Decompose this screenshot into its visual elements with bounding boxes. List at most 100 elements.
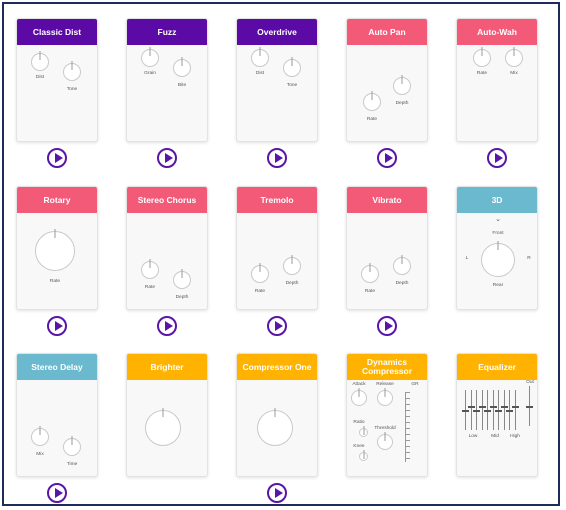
play-circle-icon[interactable] — [267, 148, 287, 168]
fader-handle[interactable] — [500, 406, 508, 408]
effect-card[interactable]: Tremolo Rate Depth — [236, 186, 318, 310]
eq-fader[interactable] — [526, 386, 533, 426]
effect-card[interactable]: Dynamics Compressor Attack Release Ratio Thr… — [346, 353, 428, 477]
fader-handle[interactable] — [467, 406, 475, 408]
knob[interactable] — [361, 265, 379, 283]
knob[interactable] — [63, 63, 81, 81]
knob[interactable] — [283, 59, 301, 77]
effect-card[interactable]: Stereo Delay Mix Time — [16, 353, 98, 477]
meter-tick — [406, 428, 410, 429]
effect-card[interactable]: Auto Pan Rate Depth — [346, 18, 428, 142]
knob-label: Rate — [366, 117, 378, 122]
play-circle-icon[interactable] — [377, 148, 397, 168]
knob-label: Depth — [285, 281, 299, 286]
knob[interactable] — [63, 438, 81, 456]
effect-card[interactable]: Fuzz Grain Bite — [126, 18, 208, 142]
knob-label: Mix — [36, 452, 44, 457]
eq-fader[interactable] — [495, 390, 502, 430]
knob[interactable] — [173, 271, 191, 289]
eq-fader[interactable] — [467, 390, 475, 430]
play-circle-icon[interactable] — [487, 148, 507, 168]
knob-label: Rate — [144, 285, 156, 290]
effect-card[interactable]: Brighter — [126, 353, 208, 477]
fader-handle[interactable] — [495, 410, 502, 412]
eq-fader[interactable] — [484, 390, 491, 430]
play-circle-icon[interactable] — [47, 483, 67, 503]
eq-fader[interactable] — [511, 390, 519, 430]
knob[interactable] — [173, 59, 191, 77]
meter-tick — [406, 452, 410, 453]
meter-tick — [406, 440, 410, 441]
effect-card[interactable]: Rotary Rate — [16, 186, 98, 310]
eq-fader[interactable] — [489, 390, 497, 430]
fader-handle[interactable] — [489, 406, 497, 408]
effect-title: Tremolo — [237, 187, 317, 213]
play-circle-icon[interactable] — [267, 316, 287, 336]
play-circle-icon[interactable] — [267, 483, 287, 503]
fader-handle[interactable] — [484, 410, 491, 412]
knob[interactable] — [283, 257, 301, 275]
effects-grid: Classic Dist Dist Tone Fuzz Grain Bite Overdri… — [2, 2, 560, 506]
fader-handle[interactable] — [462, 410, 469, 412]
eq-out-label: Out — [526, 380, 534, 385]
effect-card[interactable]: 3D ⌄ Front L R Rear — [456, 186, 538, 310]
eq-fader[interactable] — [473, 390, 480, 430]
eq-fader[interactable] — [462, 390, 469, 430]
meter-label: GR — [411, 382, 419, 387]
meter-tick — [406, 392, 410, 393]
knob-label: Attack — [352, 382, 366, 387]
knob[interactable] — [351, 390, 367, 406]
play-circle-icon[interactable] — [377, 316, 397, 336]
effect-card[interactable]: Equalizer Out Low Mid High — [456, 353, 538, 477]
effect-card[interactable]: Auto-Wah Rate Mix — [456, 18, 538, 142]
effect-card[interactable]: Overdrive Dist Tone — [236, 18, 318, 142]
chevron-down-icon[interactable]: ⌄ — [495, 215, 501, 223]
knob[interactable] — [141, 261, 159, 279]
fader-handle[interactable] — [473, 410, 480, 412]
knob[interactable] — [359, 452, 368, 461]
knob[interactable] — [251, 265, 269, 283]
knob[interactable] — [257, 410, 293, 446]
effect-controls: Rate — [17, 213, 97, 309]
fader-handle[interactable] — [526, 406, 533, 408]
gain-reduction-meter — [405, 392, 414, 462]
knob[interactable] — [141, 49, 159, 67]
knob[interactable] — [31, 428, 49, 446]
knob[interactable] — [31, 53, 49, 71]
fader-handle[interactable] — [511, 406, 519, 408]
fader-handle[interactable] — [506, 410, 513, 412]
knob[interactable] — [145, 410, 181, 446]
eq-fader[interactable] — [478, 390, 486, 430]
knob[interactable] — [393, 257, 411, 275]
panner-knob[interactable] — [481, 243, 515, 277]
effect-card[interactable]: Classic Dist Dist Tone — [16, 18, 98, 142]
fader-handle[interactable] — [478, 406, 486, 408]
effect-title: Auto-Wah — [457, 19, 537, 45]
knob[interactable] — [363, 93, 381, 111]
knob[interactable] — [35, 231, 75, 271]
knob[interactable] — [393, 77, 411, 95]
knob[interactable] — [377, 390, 393, 406]
knob-label: Release — [376, 382, 394, 387]
eq-fader[interactable] — [506, 390, 513, 430]
knob[interactable] — [251, 49, 269, 67]
effect-card[interactable]: Vibrato Rate Depth — [346, 186, 428, 310]
play-circle-icon[interactable] — [47, 316, 67, 336]
effect-card[interactable]: Stereo Chorus Rate Depth — [126, 186, 208, 310]
effect-title: Overdrive — [237, 19, 317, 45]
knob[interactable] — [359, 428, 368, 437]
knob-label: Threshold — [374, 426, 396, 431]
play-circle-icon[interactable] — [47, 148, 67, 168]
play-circle-icon[interactable] — [157, 148, 177, 168]
meter-tick — [406, 416, 410, 417]
effect-controls: Rate Depth — [237, 213, 317, 309]
effect-controls: Mix Time — [17, 380, 97, 476]
knob[interactable] — [505, 49, 523, 67]
effect-card[interactable]: Compressor One — [236, 353, 318, 477]
eq-fader[interactable] — [500, 390, 508, 430]
effect-controls: Rate Depth — [127, 213, 207, 309]
knob[interactable] — [377, 434, 393, 450]
knob[interactable] — [473, 49, 491, 67]
play-circle-icon[interactable] — [157, 316, 177, 336]
meter-tick — [406, 410, 410, 411]
